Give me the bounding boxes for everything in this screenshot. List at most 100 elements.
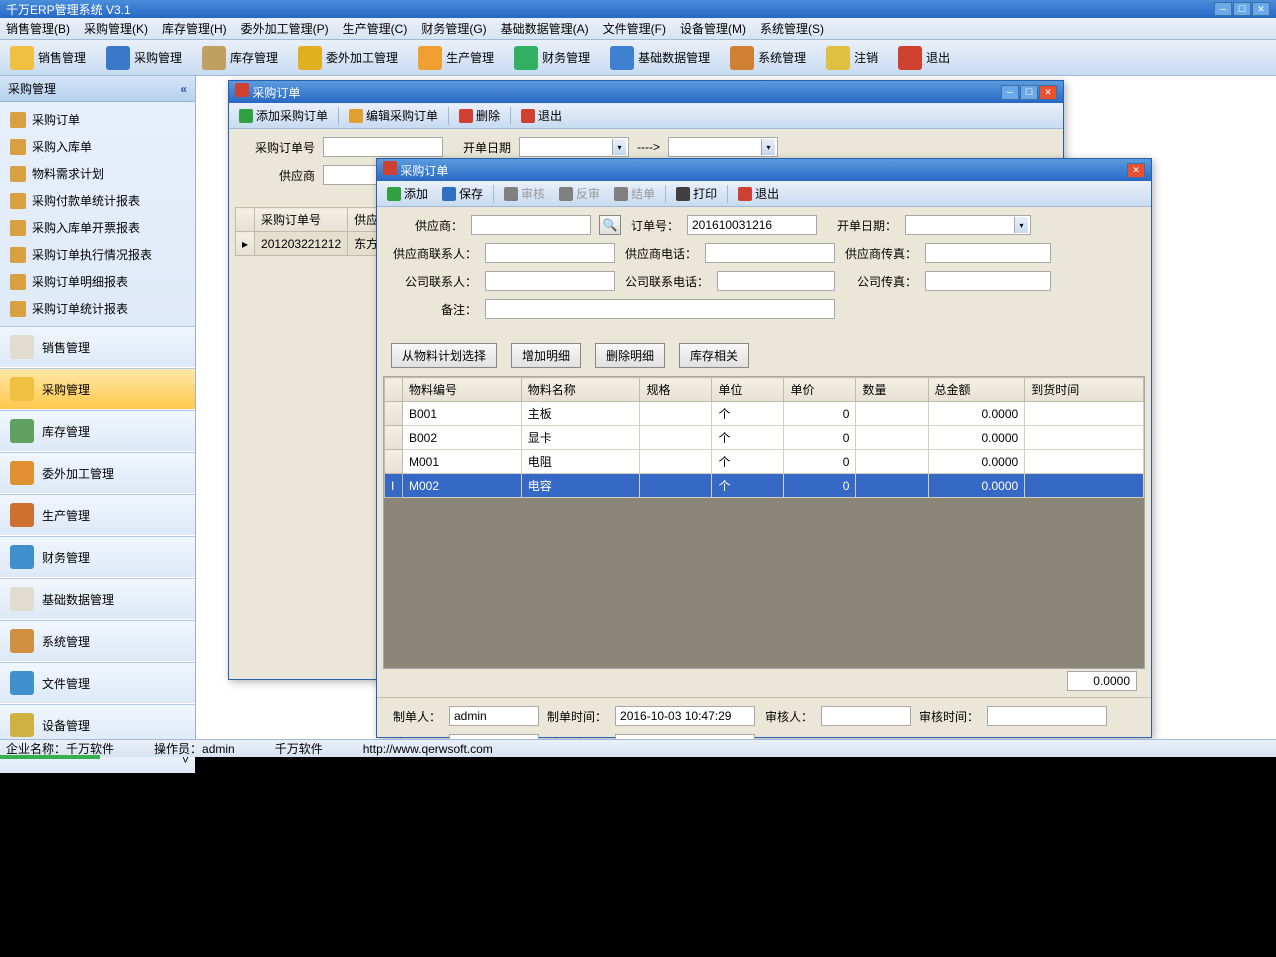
- sidebar-item-2[interactable]: 物料需求计划: [0, 160, 195, 187]
- win1-col-orderno[interactable]: 采购订单号: [255, 208, 348, 232]
- auditor-label: 审核人：: [763, 708, 813, 725]
- win1-orderno-input[interactable]: [323, 137, 443, 157]
- sup-fax-input[interactable]: [925, 243, 1051, 263]
- action-icon: [239, 109, 253, 123]
- toolbar-生产管理[interactable]: 生产管理: [412, 42, 500, 74]
- grid-col-3[interactable]: 单位: [712, 378, 784, 402]
- menu-item-9[interactable]: 系统管理(S): [760, 20, 824, 37]
- win1-tb-编辑采购订单[interactable]: 编辑采购订单: [345, 105, 442, 126]
- document-icon: [10, 301, 26, 317]
- toolbar-财务管理[interactable]: 财务管理: [508, 42, 596, 74]
- module-基础数据管理[interactable]: 基础数据管理: [0, 578, 195, 620]
- win1-grid-row[interactable]: ▸ 201203221212 东方亿: [236, 232, 397, 256]
- grid-col-2[interactable]: 规格: [640, 378, 712, 402]
- grid-row[interactable]: B002显卡个00.0000: [385, 426, 1144, 450]
- toolbar-退出[interactable]: 退出: [892, 42, 956, 74]
- btn-删除明细[interactable]: 删除明细: [595, 343, 665, 368]
- document-icon: [10, 220, 26, 236]
- grid-col-6[interactable]: 总金额: [928, 378, 1025, 402]
- win1-date-from[interactable]: ▾: [519, 137, 629, 157]
- win1-supplier-label: 供应商: [243, 167, 315, 184]
- toolbar-库存管理[interactable]: 库存管理: [196, 42, 284, 74]
- remark-input[interactable]: [485, 299, 835, 319]
- module-生产管理[interactable]: 生产管理: [0, 494, 195, 536]
- maker-input[interactable]: [449, 706, 539, 726]
- win2-close[interactable]: ✕: [1127, 163, 1145, 178]
- menu-item-7[interactable]: 文件管理(F): [603, 20, 666, 37]
- module-文件管理[interactable]: 文件管理: [0, 662, 195, 704]
- module-销售管理[interactable]: 销售管理: [0, 326, 195, 368]
- win1-tb-添加采购订单[interactable]: 添加采购订单: [235, 105, 332, 126]
- win2-tb-打印[interactable]: 打印: [672, 183, 721, 204]
- menu-item-5[interactable]: 财务管理(G): [421, 20, 486, 37]
- win1-minimize[interactable]: ─: [1001, 85, 1019, 100]
- supplier-input[interactable]: [471, 215, 591, 235]
- win2-tb-退出[interactable]: 退出: [734, 183, 783, 204]
- module-库存管理[interactable]: 库存管理: [0, 410, 195, 452]
- open-date-combo[interactable]: ▾: [905, 215, 1031, 235]
- btn-库存相关[interactable]: 库存相关: [679, 343, 749, 368]
- sidebar-collapse-icon[interactable]: «: [180, 82, 187, 96]
- module-系统管理[interactable]: 系统管理: [0, 620, 195, 662]
- menu-item-3[interactable]: 委外加工管理(P): [241, 20, 329, 37]
- toolbar-采购管理[interactable]: 采购管理: [100, 42, 188, 74]
- win1-date-to[interactable]: ▾: [668, 137, 778, 157]
- btn-从物料计划选择[interactable]: 从物料计划选择: [391, 343, 497, 368]
- grid-row[interactable]: IM002电容个00.0000: [385, 474, 1144, 498]
- supplier-search-button[interactable]: 🔍: [599, 215, 621, 235]
- win1-tb-退出[interactable]: 退出: [517, 105, 566, 126]
- action-icon: [614, 187, 628, 201]
- minimize-button[interactable]: ─: [1214, 2, 1232, 16]
- co-phone-input[interactable]: [717, 271, 835, 291]
- win1-date-label: 开单日期: [451, 139, 511, 156]
- grid-col-7[interactable]: 到货时间: [1025, 378, 1144, 402]
- grid-col-5[interactable]: 数量: [856, 378, 928, 402]
- sidebar-item-5[interactable]: 采购订单执行情况报表: [0, 241, 195, 268]
- maketime-input[interactable]: [615, 706, 755, 726]
- toolbar-注销[interactable]: 注销: [820, 42, 884, 74]
- module-icon: [10, 419, 34, 443]
- audittime-input[interactable]: [987, 706, 1107, 726]
- sidebar-item-3[interactable]: 采购付款单统计报表: [0, 187, 195, 214]
- toolbar-基础数据管理[interactable]: 基础数据管理: [604, 42, 716, 74]
- menu-item-4[interactable]: 生产管理(C): [343, 20, 408, 37]
- grid-row[interactable]: B001主板个00.0000: [385, 402, 1144, 426]
- order-label: 订单号：: [629, 217, 679, 234]
- sup-contact-input[interactable]: [485, 243, 615, 263]
- sidebar-item-6[interactable]: 采购订单明细报表: [0, 268, 195, 295]
- win1-maximize[interactable]: ☐: [1020, 85, 1038, 100]
- sidebar-item-7[interactable]: 采购订单统计报表: [0, 295, 195, 322]
- toolbar-销售管理[interactable]: 销售管理: [4, 42, 92, 74]
- sidebar-item-0[interactable]: 采购订单: [0, 106, 195, 133]
- sidebar-item-1[interactable]: 采购入库单: [0, 133, 195, 160]
- grid-row[interactable]: M001电阻个00.0000: [385, 450, 1144, 474]
- sup-phone-input[interactable]: [705, 243, 835, 263]
- grid-col-0[interactable]: 物料编号: [403, 378, 522, 402]
- maximize-button[interactable]: ☐: [1233, 2, 1251, 16]
- grid-col-4[interactable]: 单价: [784, 378, 856, 402]
- order-input[interactable]: [687, 215, 817, 235]
- btn-增加明细[interactable]: 增加明细: [511, 343, 581, 368]
- toolbar-icon: [418, 46, 442, 70]
- menu-item-1[interactable]: 采购管理(K): [84, 20, 148, 37]
- menu-item-8[interactable]: 设备管理(M): [680, 20, 746, 37]
- sidebar-item-4[interactable]: 采购入库单开票报表: [0, 214, 195, 241]
- co-contact-input[interactable]: [485, 271, 615, 291]
- win1-tb-删除[interactable]: 删除: [455, 105, 504, 126]
- win2-tb-添加[interactable]: 添加: [383, 183, 432, 204]
- toolbar-系统管理[interactable]: 系统管理: [724, 42, 812, 74]
- toolbar-委外加工管理[interactable]: 委外加工管理: [292, 42, 404, 74]
- menu-item-0[interactable]: 销售管理(B): [6, 20, 70, 37]
- co-fax-input[interactable]: [925, 271, 1051, 291]
- menu-item-6[interactable]: 基础数据管理(A): [501, 20, 589, 37]
- win2-tb-保存[interactable]: 保存: [438, 183, 487, 204]
- win2-title: 采购订单: [400, 164, 448, 178]
- menu-item-2[interactable]: 库存管理(H): [162, 20, 227, 37]
- module-委外加工管理[interactable]: 委外加工管理: [0, 452, 195, 494]
- module-财务管理[interactable]: 财务管理: [0, 536, 195, 578]
- auditor-input[interactable]: [821, 706, 911, 726]
- win1-close[interactable]: ✕: [1039, 85, 1057, 100]
- close-button[interactable]: ✕: [1252, 2, 1270, 16]
- grid-col-1[interactable]: 物料名称: [521, 378, 640, 402]
- module-采购管理[interactable]: 采购管理: [0, 368, 195, 410]
